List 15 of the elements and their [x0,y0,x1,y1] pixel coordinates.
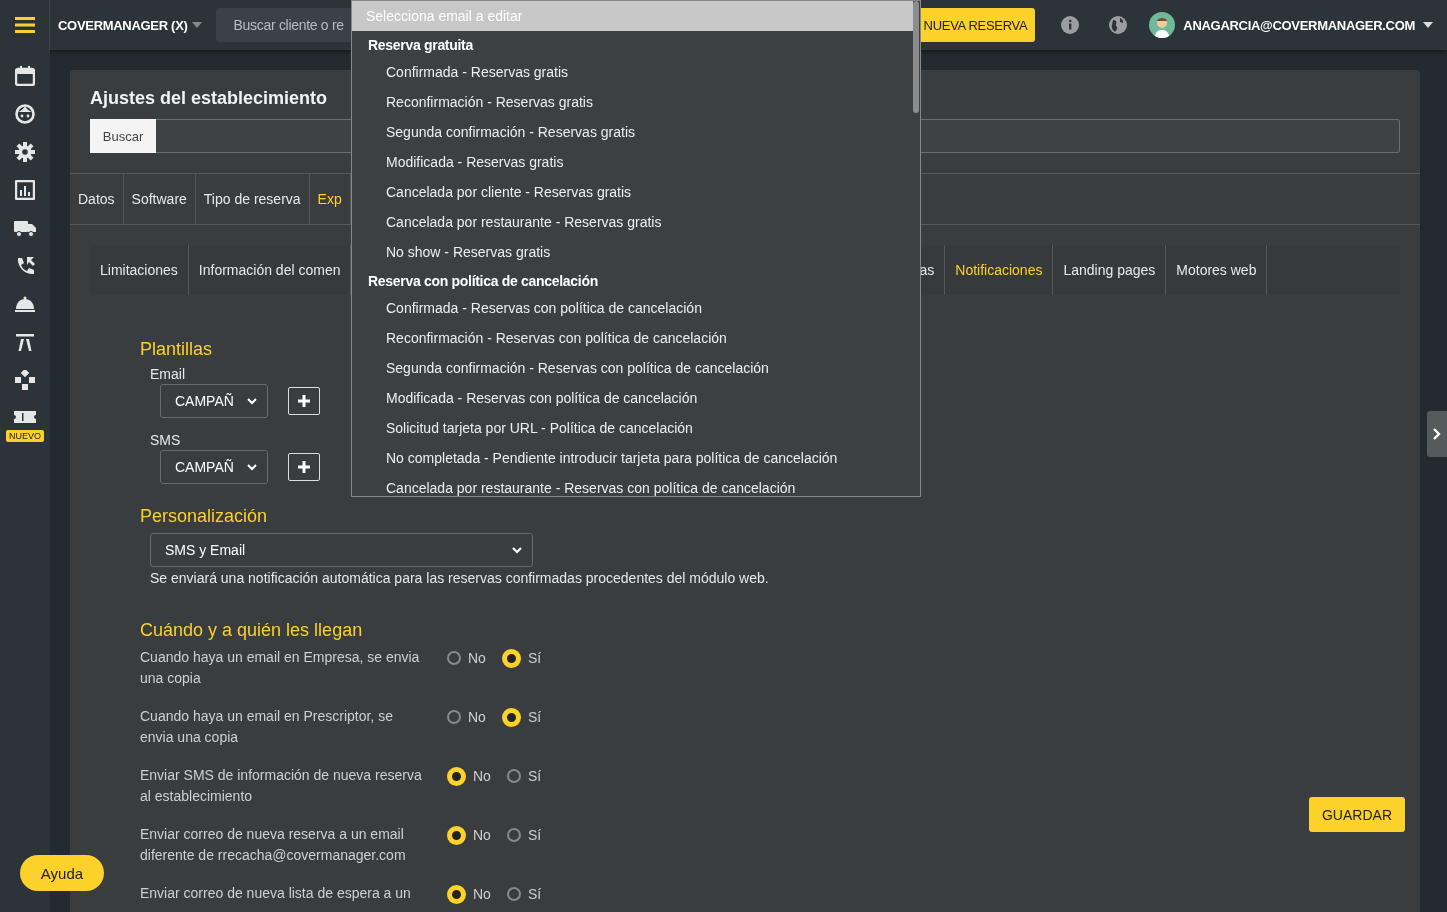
setting-label: Enviar correo de nueva lista de espera a un [140,884,412,903]
setting-label: Cuando haya un email en Prescriptor, se envia una copia [140,707,394,747]
section-heading: Plantillas [140,339,213,360]
help-text: Se enviará una notificación automática para las reservas confirmadas procedentes del módulo web. [150,570,770,586]
section-heading: Personalización [140,506,268,527]
field-label: Email [150,366,185,382]
setting-label: Enviar SMS de información de nueva reserva al establecimiento [140,766,423,806]
setting-label: Enviar correo de nueva reserva a un email diferente de rrecacha@covermanager.com [140,825,407,865]
section-heading: Cuándo y a quién les llegan [140,620,363,641]
page-title: Ajustes del establecimiento [90,88,328,109]
option-group-label: Reserva con política de cancelación [367,272,599,291]
new-badge: NUEVO [6,430,44,442]
field-label: SMS [150,432,181,448]
setting-label: Cuando haya un email en Empresa, se envia una copia [140,648,421,688]
option-group-label: Reserva gratuita [367,36,475,55]
